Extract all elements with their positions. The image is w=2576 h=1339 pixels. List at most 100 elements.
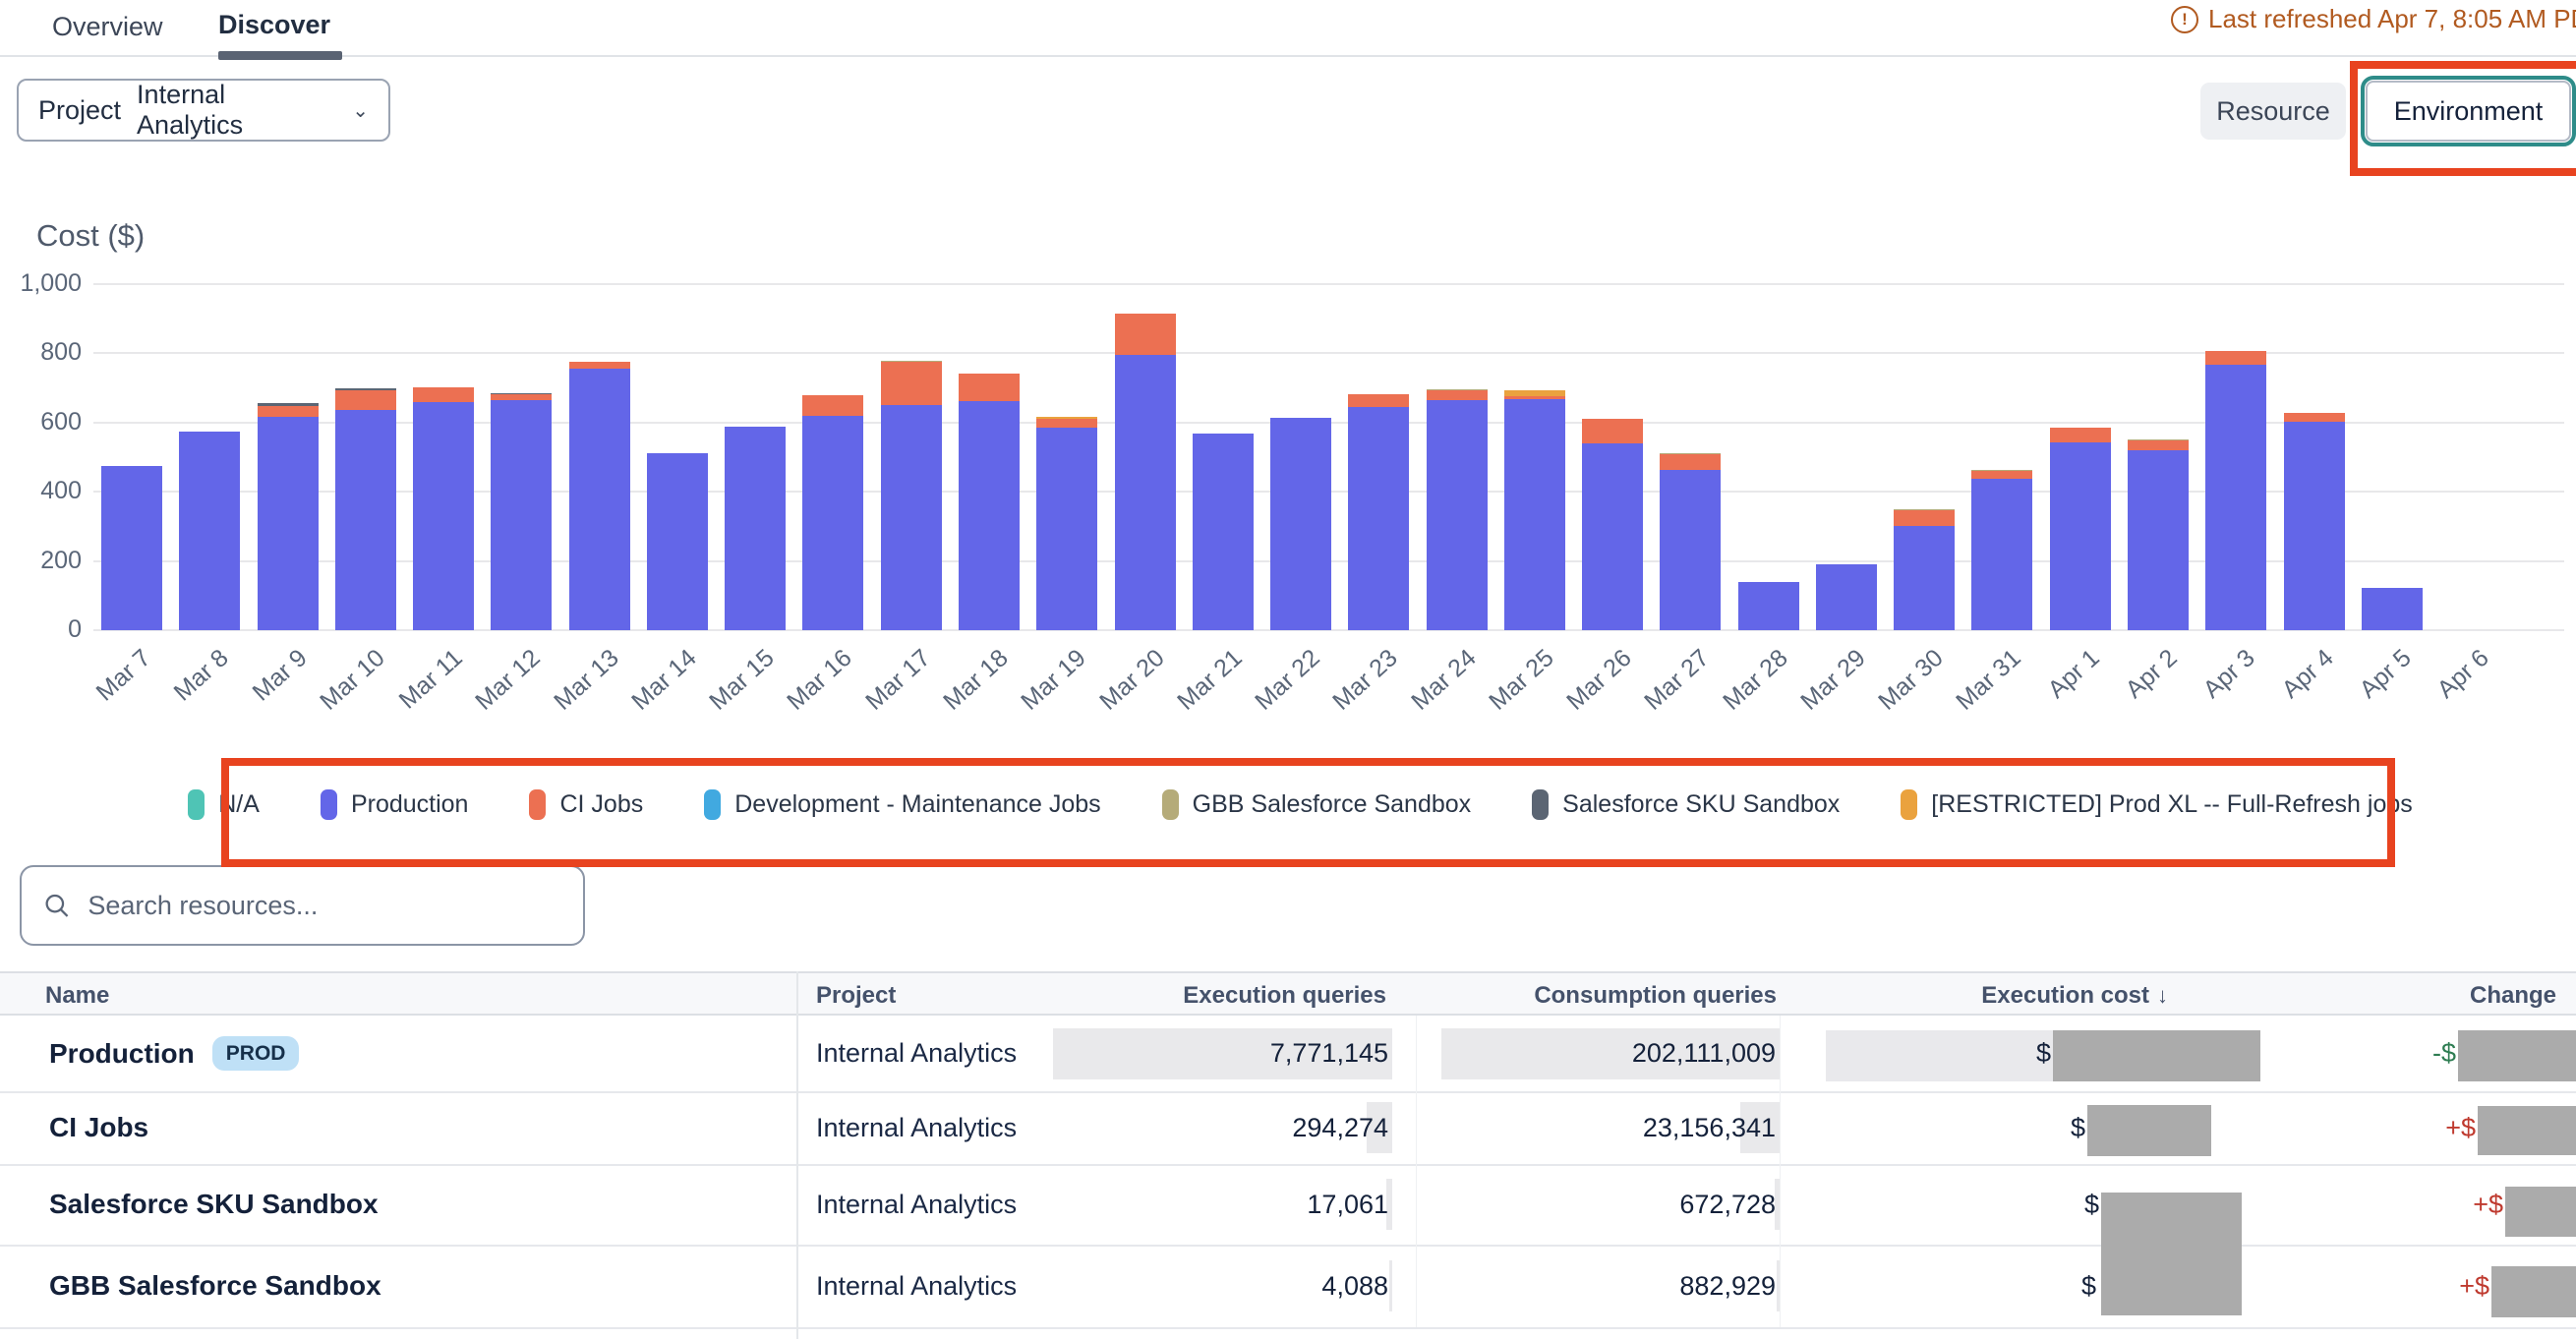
legend-item-label: [RESTRICTED] Prod XL -- Full-Refresh job… — [1931, 790, 2412, 819]
bar-segment-production[interactable] — [725, 427, 786, 630]
consumption-queries-value: 23,156,341 — [1643, 1091, 1776, 1164]
legend-item-n-a[interactable]: N/A — [188, 789, 260, 820]
legend-item-development-maintenance-jobs[interactable]: Development - Maintenance Jobs — [704, 789, 1100, 820]
bar-segment-production[interactable] — [2128, 450, 2189, 630]
bar-segment-production[interactable] — [1504, 399, 1565, 630]
bar-segment-ci-jobs[interactable] — [881, 362, 942, 405]
bar-segment-production[interactable] — [2362, 588, 2423, 630]
bar-segment-ci-jobs[interactable] — [413, 387, 474, 402]
bar-segment-production[interactable] — [258, 417, 319, 630]
execution-queries-databar — [1389, 1260, 1392, 1311]
bar-segment-production[interactable] — [1036, 428, 1097, 630]
bar-segment-ci-jobs[interactable] — [2284, 413, 2345, 422]
tab-discover[interactable]: Discover — [218, 10, 330, 40]
execution-queries-value: 4,088 — [1321, 1245, 1388, 1327]
bar-segment-production[interactable] — [1738, 582, 1799, 630]
legend-item-label: Salesforce SKU Sandbox — [1562, 790, 1840, 819]
bar-segment--restricted-prod-xl-full-refresh-jobs[interactable] — [1036, 417, 1097, 419]
bar-segment-ci-jobs[interactable] — [1894, 510, 1955, 526]
bar-segment-production[interactable] — [1193, 434, 1254, 630]
y-axis-tick-label: 0 — [8, 615, 82, 644]
project-filter-dropdown[interactable]: Project Internal Analytics ⌄ — [17, 79, 390, 142]
bar-segment-production[interactable] — [2284, 422, 2345, 630]
tab-overview[interactable]: Overview — [52, 12, 163, 42]
bar-segment-production[interactable] — [101, 466, 162, 630]
bar-segment-ci-jobs[interactable] — [1504, 396, 1565, 399]
legend-item-salesforce-sku-sandbox[interactable]: Salesforce SKU Sandbox — [1532, 789, 1840, 820]
bar-segment-ci-jobs[interactable] — [258, 406, 319, 417]
bar-segment-production[interactable] — [1427, 400, 1488, 630]
bar-segment-gbb-salesforce-sandbox[interactable] — [1660, 453, 1721, 454]
bar-segment-production[interactable] — [959, 401, 1020, 630]
bar-segment-ci-jobs[interactable] — [959, 374, 1020, 401]
group-by-environment-button[interactable]: Environment — [2366, 81, 2571, 142]
resource-name-cell: ProductionPROD — [49, 1016, 299, 1091]
bar-segment-ci-jobs[interactable] — [569, 362, 630, 369]
row-separator — [0, 1091, 2576, 1093]
bar-segment-production[interactable] — [1894, 526, 1955, 630]
bar-segment-gbb-salesforce-sandbox[interactable] — [2128, 439, 2189, 440]
bar-segment-production[interactable] — [1660, 470, 1721, 630]
column-header-execution-cost[interactable]: Execution cost↓ — [1981, 973, 2168, 1018]
y-axis-tick-label: 800 — [8, 338, 82, 367]
bar-segment-production[interactable] — [179, 432, 240, 630]
search-icon — [43, 891, 70, 920]
change-redacted-value — [2458, 1030, 2576, 1081]
execution-cost-databar — [1826, 1030, 2054, 1081]
bar-segment-ci-jobs[interactable] — [1115, 314, 1176, 355]
legend-item--restricted-prod-xl-full-refresh-jobs[interactable]: [RESTRICTED] Prod XL -- Full-Refresh job… — [1901, 789, 2412, 820]
bar-segment-ci-jobs[interactable] — [1582, 419, 1643, 443]
group-by-resource-button[interactable]: Resource — [2200, 83, 2346, 140]
bar-segment-production[interactable] — [1971, 479, 2032, 630]
bar-segment-ci-jobs[interactable] — [802, 395, 863, 416]
bar-segment-ci-jobs[interactable] — [1348, 394, 1409, 407]
execution-queries-value: 7,771,145 — [1270, 1016, 1388, 1091]
bar-segment-production[interactable] — [802, 416, 863, 630]
sort-descending-icon: ↓ — [2157, 983, 2168, 1008]
search-input[interactable] — [86, 890, 561, 922]
bar-segment-ci-jobs[interactable] — [491, 394, 552, 400]
table-row[interactable]: CI JobsInternal Analytics294,27423,156,3… — [0, 1091, 2576, 1164]
y-axis-tick-label: 600 — [8, 408, 82, 437]
bar-segment-ci-jobs[interactable] — [1036, 419, 1097, 429]
legend-item-gbb-salesforce-sandbox[interactable]: GBB Salesforce Sandbox — [1162, 789, 1472, 820]
project-cell: Internal Analytics — [816, 1016, 1017, 1091]
change-sign: +$ — [2473, 1164, 2503, 1245]
bar-segment-ci-jobs[interactable] — [2205, 351, 2266, 364]
bar-segment-ci-jobs[interactable] — [1660, 454, 1721, 469]
bar-segment-salesforce-sku-sandbox[interactable] — [258, 403, 319, 406]
bar-segment-ci-jobs[interactable] — [1971, 471, 2032, 479]
y-axis-tick-label: 1,000 — [8, 269, 82, 298]
bar-segment-ci-jobs[interactable] — [2050, 428, 2111, 441]
bar-segment-production[interactable] — [335, 410, 396, 630]
execution-cost-redacted-value — [2053, 1030, 2260, 1081]
bar-segment-gbb-salesforce-sandbox[interactable] — [1427, 389, 1488, 390]
legend-item-ci-jobs[interactable]: CI Jobs — [529, 789, 643, 820]
resource-name-cell: Salesforce SKU Sandbox — [49, 1164, 379, 1245]
bar-segment-ci-jobs[interactable] — [1427, 390, 1488, 400]
bar-segment-production[interactable] — [1115, 355, 1176, 630]
column-header-name: Name — [45, 973, 109, 1018]
bar-segment-production[interactable] — [569, 369, 630, 630]
bar-segment-salesforce-sku-sandbox[interactable] — [335, 388, 396, 390]
bar-segment-production[interactable] — [2050, 442, 2111, 630]
bar-segment-production[interactable] — [647, 453, 708, 630]
bar-segment-production[interactable] — [881, 405, 942, 630]
table-row[interactable]: ProductionPROD Internal Analytics 7,771,14… — [0, 1016, 2576, 1091]
bar-segment-production[interactable] — [1270, 418, 1331, 630]
bar-segment-production[interactable] — [491, 400, 552, 630]
bar-segment-ci-jobs[interactable] — [2128, 440, 2189, 450]
bar-segment-production[interactable] — [2205, 365, 2266, 630]
bar-segment-production[interactable] — [1348, 407, 1409, 630]
legend-item-production[interactable]: Production — [321, 789, 469, 820]
bar-segment-production[interactable] — [1816, 564, 1877, 630]
bar-segment-ci-jobs[interactable] — [335, 390, 396, 410]
search-resources-box — [20, 865, 585, 946]
bar-segment-production[interactable] — [1582, 443, 1643, 630]
bar-segment-gbb-salesforce-sandbox[interactable] — [881, 361, 942, 362]
bar-segment-gbb-salesforce-sandbox[interactable] — [1894, 509, 1955, 510]
bar-segment-salesforce-sku-sandbox[interactable] — [491, 393, 552, 394]
bar-segment-gbb-salesforce-sandbox[interactable] — [1971, 470, 2032, 471]
bar-segment--restricted-prod-xl-full-refresh-jobs[interactable] — [1504, 390, 1565, 396]
bar-segment-production[interactable] — [413, 402, 474, 630]
